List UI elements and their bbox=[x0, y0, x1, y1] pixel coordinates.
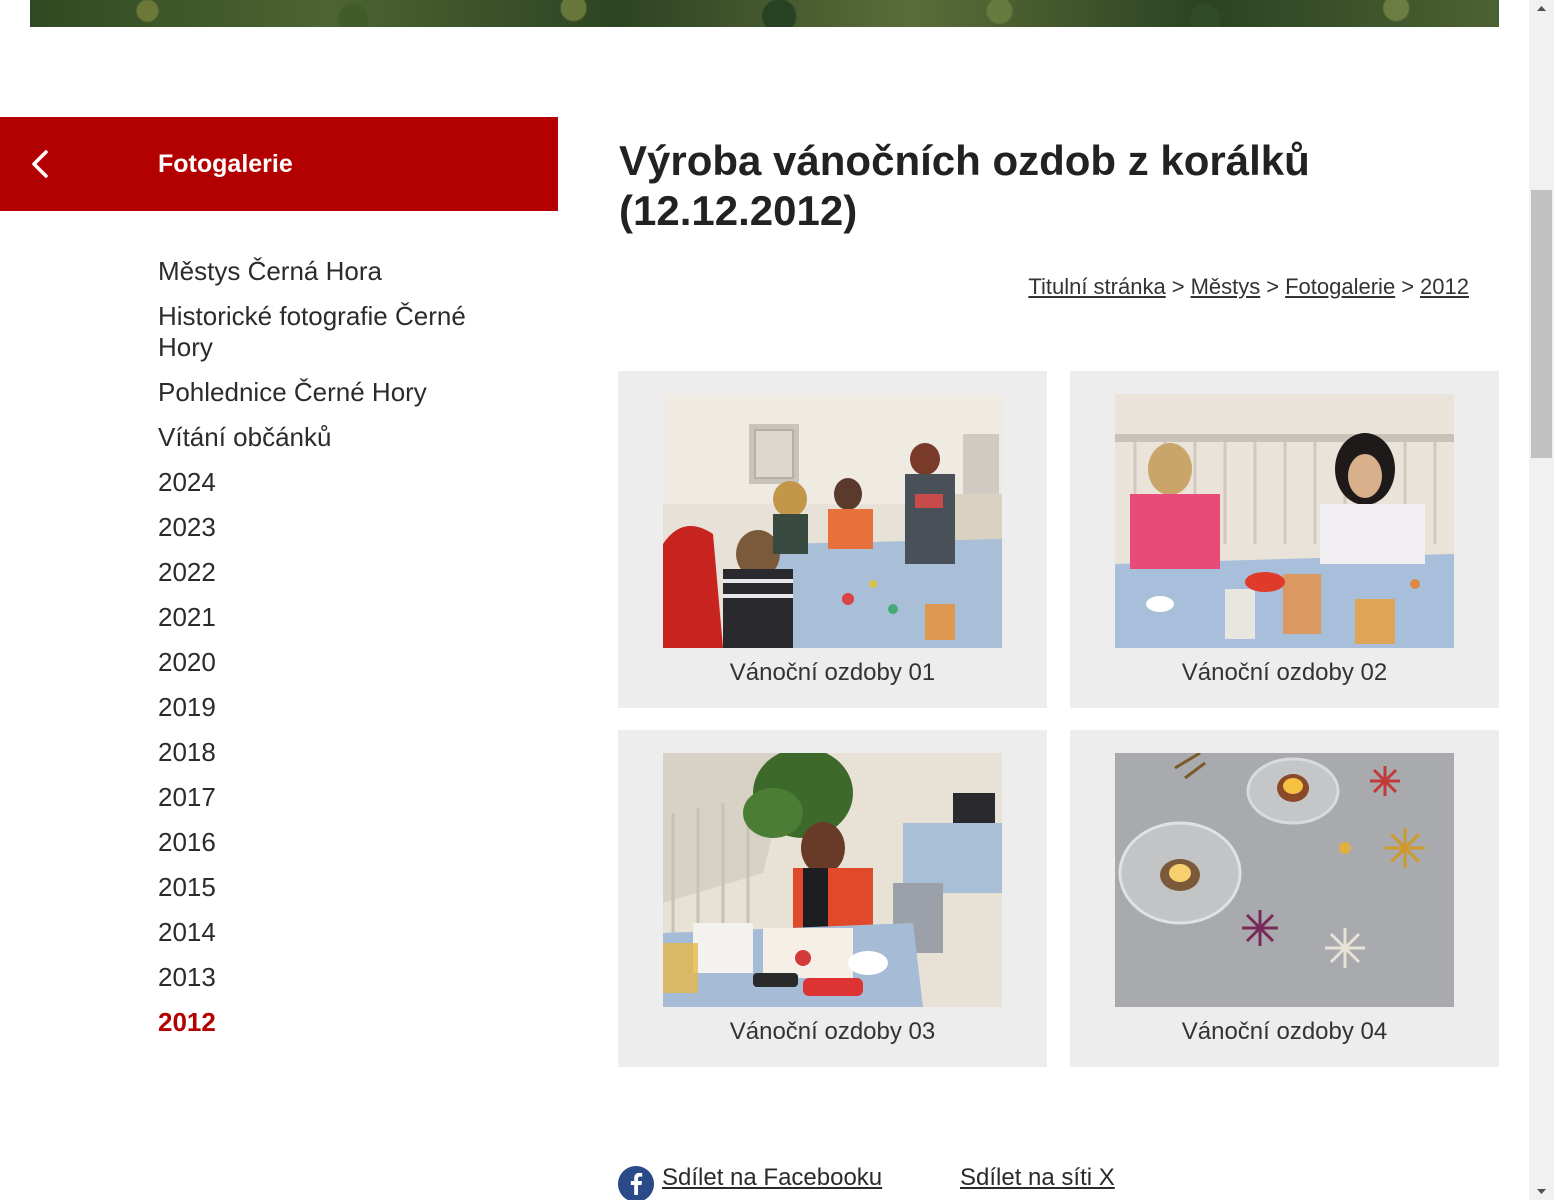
gallery-photo[interactable] bbox=[663, 394, 1002, 648]
sidebar-item-vitani-obcanku[interactable]: Vítání občánků bbox=[158, 422, 518, 453]
gallery-caption: Vánoční ozdoby 04 bbox=[1181, 1018, 1388, 1045]
share-x-link[interactable]: Sdílet na síti X bbox=[960, 1164, 1115, 1192]
header-banner-image bbox=[30, 0, 1499, 27]
sidebar-item-historicke-fotografie[interactable]: Historické fotografie Černé Hory bbox=[158, 301, 518, 363]
sidebar-item-pohlednice[interactable]: Pohlednice Černé Hory bbox=[158, 377, 518, 408]
share-facebook-link[interactable]: Sdílet na Facebooku bbox=[662, 1164, 882, 1192]
gallery-photo[interactable] bbox=[1115, 753, 1454, 1007]
chevron-left-icon[interactable] bbox=[22, 144, 62, 184]
scrollbar[interactable] bbox=[1529, 0, 1554, 1200]
gallery-photo[interactable] bbox=[1115, 394, 1454, 648]
scrollbar-thumb[interactable] bbox=[1531, 190, 1552, 458]
breadcrumb-separator: > bbox=[1401, 274, 1415, 299]
sidebar-item-2024[interactable]: 2024 bbox=[158, 467, 518, 498]
sidebar-item-2023[interactable]: 2023 bbox=[158, 512, 518, 543]
photo-bead-workshop-room bbox=[663, 394, 1002, 648]
sidebar-item-2015[interactable]: 2015 bbox=[158, 872, 518, 903]
breadcrumb-link-mestys[interactable]: Městys bbox=[1191, 274, 1261, 299]
sidebar-item-2014[interactable]: 2014 bbox=[158, 917, 518, 948]
page-title: Výroba vánočních ozdob z korálků (12.12.… bbox=[619, 137, 1310, 234]
breadcrumb-separator: > bbox=[1266, 274, 1280, 299]
gallery-item[interactable]: Vánoční ozdoby 04 bbox=[1070, 730, 1499, 1067]
scroll-up-arrow-icon[interactable] bbox=[1529, 0, 1554, 17]
sidebar-item-2013[interactable]: 2013 bbox=[158, 962, 518, 993]
photo-girl-and-woman-at-table bbox=[1115, 394, 1454, 648]
sidebar-item-2019[interactable]: 2019 bbox=[158, 692, 518, 723]
sidebar-header: Fotogalerie bbox=[0, 117, 558, 211]
breadcrumb-link-titulni-stranka[interactable]: Titulní stránka bbox=[1028, 274, 1165, 299]
sidebar-item-2020[interactable]: 2020 bbox=[158, 647, 518, 678]
sidebar-item-2022[interactable]: 2022 bbox=[158, 557, 518, 588]
facebook-icon[interactable] bbox=[618, 1166, 654, 1200]
breadcrumb-separator: > bbox=[1171, 274, 1185, 299]
breadcrumb-link-fotogalerie[interactable]: Fotogalerie bbox=[1285, 274, 1395, 299]
sidebar-nav: Městys Černá Hora Historické fotografie … bbox=[158, 256, 518, 1052]
gallery-caption: Vánoční ozdoby 01 bbox=[729, 659, 936, 686]
sidebar-item-2017[interactable]: 2017 bbox=[158, 782, 518, 813]
scroll-down-arrow-icon[interactable] bbox=[1529, 1183, 1554, 1200]
sidebar-item-2012[interactable]: 2012 bbox=[158, 1007, 518, 1038]
photo-woman-making-beads bbox=[663, 753, 1002, 1007]
breadcrumb: Titulní stránka > Městys > Fotogalerie >2012 bbox=[1028, 274, 1469, 300]
sidebar-item-mestys-cerna-hora[interactable]: Městys Černá Hora bbox=[158, 256, 518, 287]
sidebar-title: Fotogalerie bbox=[158, 150, 293, 178]
gallery-caption: Vánoční ozdoby 02 bbox=[1181, 659, 1388, 686]
photo-bead-ornaments-and-candles bbox=[1115, 753, 1454, 1007]
sidebar-item-2018[interactable]: 2018 bbox=[158, 737, 518, 768]
sidebar-item-2021[interactable]: 2021 bbox=[158, 602, 518, 633]
sidebar-item-2016[interactable]: 2016 bbox=[158, 827, 518, 858]
gallery-item[interactable]: Vánoční ozdoby 03 bbox=[618, 730, 1047, 1067]
breadcrumb-link-2012[interactable]: 2012 bbox=[1420, 274, 1469, 299]
gallery-item[interactable]: Vánoční ozdoby 02 bbox=[1070, 371, 1499, 708]
page: Fotogalerie Městys Černá Hora Historické… bbox=[0, 0, 1554, 1200]
gallery-caption: Vánoční ozdoby 03 bbox=[729, 1018, 936, 1045]
gallery-item[interactable]: Vánoční ozdoby 01 bbox=[618, 371, 1047, 708]
gallery-photo[interactable] bbox=[663, 753, 1002, 1007]
